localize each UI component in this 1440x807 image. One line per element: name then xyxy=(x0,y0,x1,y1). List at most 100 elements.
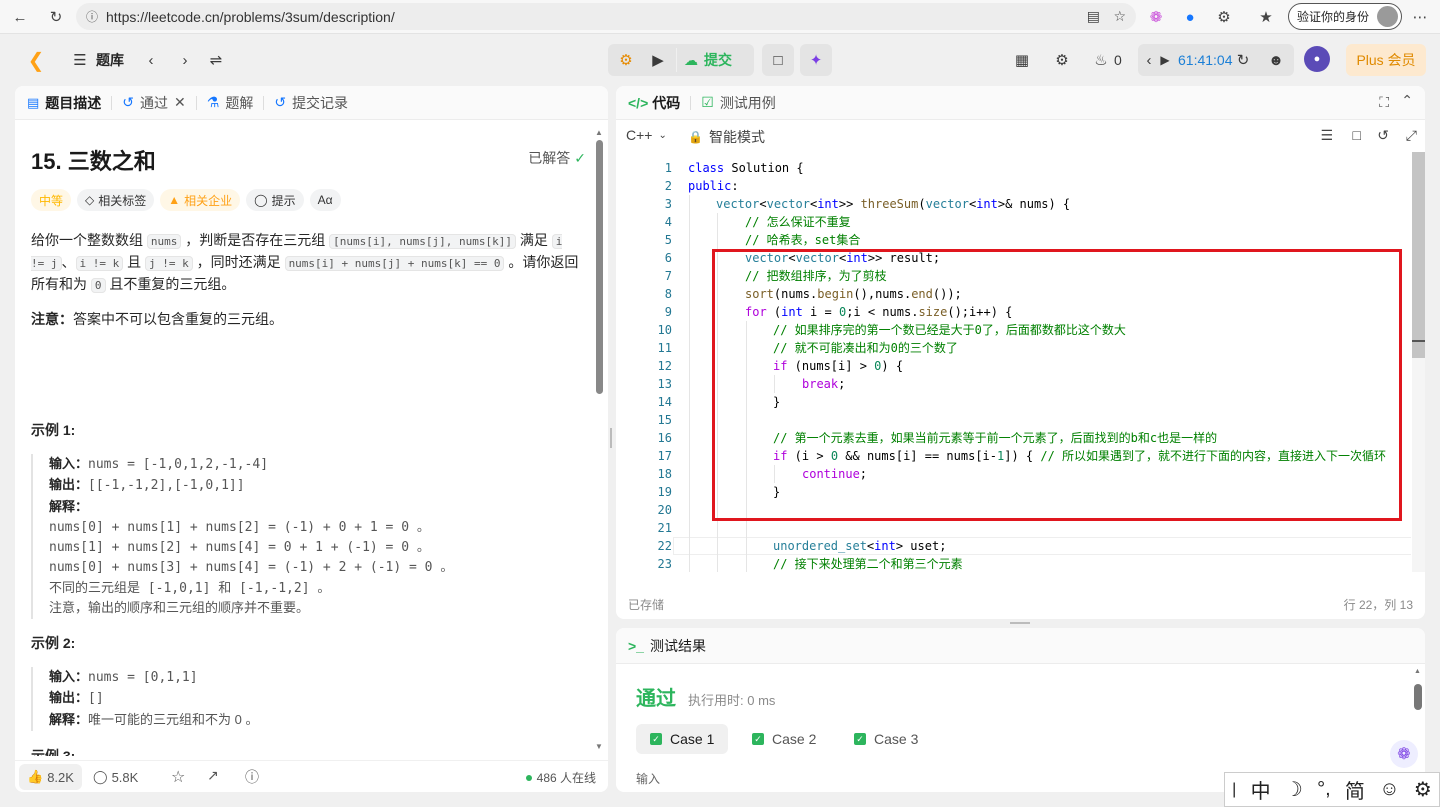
add-friend-icon[interactable]: ☻ xyxy=(1266,50,1286,70)
reset-icon[interactable]: ↺ xyxy=(1377,127,1389,144)
timer-play-icon[interactable]: ▶ xyxy=(1158,50,1172,70)
site-info-icon[interactable]: ⓘ xyxy=(86,8,98,25)
comment-icon: ◯ xyxy=(93,769,108,784)
related-tags-chip[interactable]: ◇ 相关标签 xyxy=(77,189,155,211)
language-select[interactable]: C++ ⌄ xyxy=(626,127,667,143)
example-2: 输入：nums = [0,1,1] 输出：[] 解释：唯一可能的三元组和不为 0… xyxy=(31,667,579,731)
bookmark-icon[interactable]: □ xyxy=(1353,127,1361,143)
example-2-title: 示例 2: xyxy=(31,635,76,651)
related-companies-chip[interactable]: ▲ 相关企业 xyxy=(160,189,241,211)
leetcode-logo-icon[interactable]: ❮ xyxy=(24,48,48,72)
layout-icon[interactable]: ▦ xyxy=(1012,50,1032,70)
problem-list-icon[interactable]: ☰ xyxy=(70,50,90,70)
tab-test-results[interactable]: >_ 测试结果 xyxy=(628,636,706,656)
scroll-up-icon[interactable]: ▲ xyxy=(595,128,603,137)
fullscreen-icon[interactable]: ⛶ xyxy=(1379,94,1389,111)
profile-verify-button[interactable]: 验证你的身份 xyxy=(1288,3,1403,30)
format-icon[interactable]: ☰ xyxy=(1320,127,1333,144)
favorite-star-icon[interactable]: ☆ xyxy=(1113,8,1126,25)
editor-scroll-thumb[interactable] xyxy=(1412,152,1425,358)
line-number: 18 xyxy=(657,467,672,481)
plus-member-button[interactable]: Plus 会员 xyxy=(1346,44,1426,76)
user-avatar[interactable]: ● xyxy=(1304,46,1330,72)
ime-handle[interactable]: | xyxy=(1232,781,1236,799)
extensions-icon[interactable]: ⚙ xyxy=(1210,3,1238,31)
submit-button[interactable]: ☁ 提交 xyxy=(684,48,732,72)
back-icon[interactable]: ← xyxy=(6,3,34,31)
share-icon[interactable]: ↗ xyxy=(207,767,219,784)
vertical-splitter[interactable] xyxy=(609,428,613,448)
copilot-icon[interactable]: ❁ xyxy=(1142,3,1170,31)
line-number: 14 xyxy=(657,395,672,409)
expand-icon[interactable]: ⤢ xyxy=(1406,127,1417,144)
next-problem-icon[interactable]: › xyxy=(176,50,194,70)
code-token: class xyxy=(688,161,725,175)
left-scroll-thumb[interactable] xyxy=(596,140,603,394)
timer-reset-icon[interactable]: ↻ xyxy=(1234,50,1252,70)
editor-scrollbar[interactable] xyxy=(1412,152,1425,572)
close-tab-icon[interactable]: ✕ xyxy=(174,94,186,111)
code-nums: nums xyxy=(146,234,182,249)
streak-flame-icon[interactable]: ♨ xyxy=(1092,50,1110,70)
ex2-input-label: 输入： xyxy=(49,669,89,684)
smart-mode-toggle[interactable]: 🔒 智能模式 xyxy=(688,127,765,147)
tab-pass[interactable]: ↺ 通过 ✕ xyxy=(122,93,185,113)
tab-solutions[interactable]: ⚗ 题解 xyxy=(207,93,254,113)
tab-submissions[interactable]: ↺ 提交记录 xyxy=(274,93,348,113)
description-icon: ▤ xyxy=(27,94,40,110)
case-1-tab[interactable]: ✓ Case 1 xyxy=(636,724,729,754)
case-3-tab[interactable]: ✓ Case 3 xyxy=(840,724,932,754)
horizontal-splitter[interactable] xyxy=(1010,622,1030,626)
tab-submissions-label: 提交记录 xyxy=(292,94,349,111)
case-2-tab[interactable]: ✓ Case 2 xyxy=(738,724,830,754)
tab-code-label: 代码 xyxy=(652,94,681,111)
tab-testcases[interactable]: ☑ 测试用例 xyxy=(701,93,776,113)
moon-icon[interactable]: ☽ xyxy=(1285,777,1303,802)
comments-count: 5.8K xyxy=(111,769,139,785)
ime-script[interactable]: 简 xyxy=(1345,775,1365,804)
solved-label: 已解答 xyxy=(528,150,571,166)
code-token: vector xyxy=(716,197,760,211)
reload-icon[interactable]: ↻ xyxy=(42,3,70,31)
timer-collapse-icon[interactable]: ‹ xyxy=(1142,50,1156,70)
ime-settings-icon[interactable]: ⚙ xyxy=(1414,777,1432,802)
code-tab-bar: </> 代码 ☑ 测试用例 ⛶ ⌃ xyxy=(616,86,1425,120)
problem-list-label[interactable]: 题库 xyxy=(96,50,124,70)
ai-button[interactable]: ✦ xyxy=(800,44,832,76)
like-button[interactable]: 👍 8.2K xyxy=(19,764,82,790)
line-number: 17 xyxy=(657,449,672,463)
random-problem-icon[interactable]: ⇌ xyxy=(206,50,226,70)
emoji-icon[interactable]: ☺ xyxy=(1379,778,1399,801)
run-icon[interactable]: ▶ xyxy=(648,50,668,70)
note-button[interactable]: □ xyxy=(762,44,794,76)
tab-description[interactable]: ▤ 题目描述 xyxy=(27,93,101,113)
debug-icon[interactable]: ⚙ xyxy=(616,50,636,70)
timer-display[interactable]: 61:41:04 xyxy=(1178,50,1233,70)
ai-assistant-icon[interactable]: ❁ xyxy=(1390,740,1418,768)
line-number: 15 xyxy=(657,413,672,427)
left-scrollbar[interactable]: ▲ ▼ xyxy=(595,128,603,754)
hint-chip[interactable]: ◯ 提示 xyxy=(246,189,304,211)
collapse-icon[interactable]: ⌃ xyxy=(1401,92,1413,109)
results-scroll-thumb[interactable] xyxy=(1414,684,1422,710)
star-icon[interactable]: ☆ xyxy=(171,767,185,787)
tab-code[interactable]: </> 代码 xyxy=(628,93,680,113)
reader-icon[interactable]: ▤ xyxy=(1087,8,1100,25)
address-bar[interactable]: ⓘ https://leetcode.cn/problems/3sum/desc… xyxy=(76,3,1136,30)
more-menu-icon[interactable]: ⋯ xyxy=(1406,3,1434,31)
settings-icon[interactable]: ⚙ xyxy=(1052,50,1072,70)
help-icon[interactable]: ⓘ xyxy=(245,767,259,787)
line-number: 5 xyxy=(664,233,672,247)
extension-blue-icon[interactable]: ● xyxy=(1176,3,1204,31)
bulb-icon: ◯ xyxy=(254,193,268,207)
scroll-down-icon[interactable]: ▼ xyxy=(595,742,603,751)
favorites-icon[interactable]: ★ xyxy=(1252,3,1280,31)
scroll-up-icon[interactable]: ▲ xyxy=(1414,668,1421,675)
translate-chip[interactable]: Aα xyxy=(309,189,341,211)
prev-problem-icon[interactable]: ‹ xyxy=(142,50,160,70)
comments-button[interactable]: ◯ 5.8K xyxy=(93,764,138,790)
ime-punctuation[interactable]: °, xyxy=(1317,778,1331,801)
code-token: > uset; xyxy=(895,539,947,553)
code-panel: </> 代码 ☑ 测试用例 ⛶ ⌃ C++ ⌄ 🔒 智能模式 ☰ □ ↺ ⤢ 1… xyxy=(616,86,1425,619)
ime-language[interactable]: 中 xyxy=(1251,775,1271,804)
